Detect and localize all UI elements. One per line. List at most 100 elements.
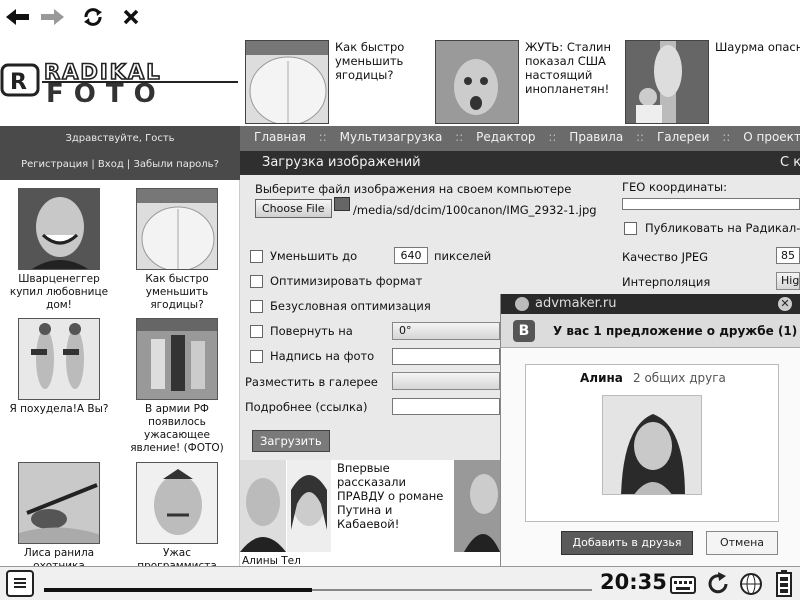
top-ad-2[interactable]: ЖУТЬ: Сталин показал США настоящий инопл…	[435, 40, 620, 124]
nav-separator: ::	[548, 130, 557, 144]
svg-text:FOTO: FOTO	[46, 79, 166, 107]
add-friend-button[interactable]: Добавить в друзья	[561, 531, 693, 555]
reload-icon	[84, 8, 102, 26]
caption-checkbox[interactable]	[250, 350, 263, 363]
close-icon[interactable]: ✕	[778, 297, 792, 311]
uncond-optimize-label: Безусловная оптимизация	[270, 299, 431, 313]
login-link[interactable]: Вход	[98, 159, 124, 170]
resize-width-input[interactable]: 640	[394, 247, 428, 264]
network-status[interactable]	[738, 572, 764, 596]
interpolation-select[interactable]: Hig	[776, 272, 800, 290]
page-title: Загрузка изображений	[262, 155, 421, 170]
popup-header: advmaker.ru ✕	[501, 294, 800, 314]
ad-thumbnail	[245, 40, 329, 124]
sidebar-ad-item[interactable]: В армии РФ появилось ужасающее явление! …	[122, 318, 232, 455]
sidebar-ad-item[interactable]: Я похудела!А Вы?	[4, 318, 114, 416]
section-header: Загрузка изображений С к	[240, 151, 800, 175]
svg-text:R: R	[10, 70, 27, 95]
keyboard-icon	[670, 576, 696, 594]
forgot-password-link[interactable]: Забыли пароль?	[133, 159, 218, 170]
friend-avatar[interactable]	[602, 395, 702, 495]
rotate-button[interactable]	[706, 572, 732, 596]
sidebar-ads: Шварценеггер купил любовнице дом! Как бы…	[0, 180, 240, 572]
ad-text: ЖУТЬ: Сталин показал США настоящий инопл…	[525, 40, 611, 96]
sidebar-ad-item[interactable]: Лиса ранила охотника	[4, 462, 114, 573]
interpolation-label: Интерполяция	[622, 275, 711, 289]
nav-item-multiupload[interactable]: Мультизагрузка	[340, 130, 443, 144]
cancel-button[interactable]: Отмена	[706, 531, 778, 555]
sidebar-ad-item[interactable]: Шварценеггер купил любовнице дом!	[4, 188, 114, 312]
separator: |	[126, 159, 131, 170]
nav-item-about[interactable]: О проекте	[743, 130, 800, 144]
choose-file-button[interactable]: Choose File	[255, 199, 332, 218]
optimize-label: Оптимизировать формат	[270, 274, 423, 288]
forward-button[interactable]	[38, 3, 68, 31]
resize-checkbox[interactable]	[250, 250, 263, 263]
rotate-icon	[708, 572, 728, 594]
upload-button[interactable]: Загрузить	[252, 430, 330, 452]
account-panel: Здравствуйте, Гость Регистрация | Вход |…	[0, 126, 240, 180]
nav-separator: ::	[636, 130, 645, 144]
ad-thumbnail	[18, 318, 100, 400]
nav-separator: ::	[455, 130, 464, 144]
globe-icon	[740, 573, 762, 595]
header-right-text: С к	[780, 155, 800, 170]
nav-item-editor[interactable]: Редактор	[476, 130, 535, 144]
top-ad-3[interactable]: Шаурма опасна	[625, 40, 800, 124]
main-nav: Главная :: Мультизагрузка :: Редактор ::…	[240, 126, 800, 151]
more-link-label: Подробнее (ссылка)	[245, 400, 368, 414]
rotate-select[interactable]: 0°	[392, 322, 500, 340]
rotate-checkbox[interactable]	[250, 325, 263, 338]
friend-request-popup: advmaker.ru ✕ B У вас 1 предложение о др…	[500, 294, 800, 566]
close-icon	[123, 9, 139, 25]
sidebar-ad-item[interactable]: Как быстро уменьшить ягодицы?	[122, 188, 232, 312]
site-logo[interactable]: R RADIKAL FOTO	[0, 55, 242, 109]
ad-thumbnail	[18, 462, 100, 544]
ad-thumbnail	[625, 40, 709, 124]
arrow-left-icon	[6, 9, 29, 25]
battery-icon	[776, 570, 792, 597]
news-text: Впервые рассказали ПРАВДУ о романе Путин…	[337, 461, 444, 531]
friend-card: Алина 2 общих друга	[525, 364, 779, 522]
geo-input[interactable]	[622, 198, 800, 210]
nav-item-home[interactable]: Главная	[254, 130, 306, 144]
caption-label: Надпись на фото	[270, 349, 375, 363]
ad-thumbnail	[18, 188, 100, 270]
separator: |	[91, 159, 95, 170]
mutual-friends: 2 общих друга	[633, 371, 726, 385]
progress-bar	[44, 588, 312, 592]
sidebar-ad-item[interactable]: Ужас программиста	[122, 462, 232, 573]
publish-checkbox[interactable]	[624, 222, 637, 235]
ad-caption: В армии РФ появилось ужасающее явление! …	[130, 403, 224, 454]
arrow-right-icon	[41, 9, 64, 25]
ad-text: Как быстро уменьшить ягодицы?	[335, 40, 405, 82]
advmaker-icon	[515, 297, 529, 311]
nav-item-rules[interactable]: Правила	[569, 130, 623, 144]
top-ad-1[interactable]: Как быстро уменьшить ягодицы?	[245, 40, 430, 124]
menu-icon	[14, 578, 26, 588]
keyboard-button[interactable]	[670, 573, 696, 595]
stop-button[interactable]	[116, 3, 146, 31]
gallery-select[interactable]	[392, 372, 500, 390]
resize-unit: пикселей	[434, 249, 492, 263]
news-photo	[240, 460, 286, 552]
friend-name[interactable]: Алина	[580, 371, 623, 385]
nav-item-galleries[interactable]: Галереи	[657, 130, 710, 144]
register-link[interactable]: Регистрация	[21, 159, 88, 170]
more-link-input[interactable]	[392, 398, 500, 415]
progress-track	[312, 589, 592, 591]
optimize-checkbox[interactable]	[250, 275, 263, 288]
system-taskbar: 20:35	[0, 566, 800, 600]
greeting: Здравствуйте, Гость	[65, 133, 175, 144]
back-button[interactable]	[2, 3, 32, 31]
news-block[interactable]: Впервые рассказали ПРАВДУ о романе Путин…	[240, 460, 500, 567]
reload-button[interactable]	[78, 3, 108, 31]
news-photo	[287, 460, 331, 552]
jpeg-quality-input[interactable]: 85	[776, 247, 800, 264]
caption-input[interactable]	[392, 348, 500, 365]
ad-thumbnail	[435, 40, 519, 124]
battery-status	[776, 570, 792, 597]
jpeg-quality-label: Качество JPEG	[622, 250, 709, 264]
uncond-optimize-checkbox[interactable]	[250, 300, 263, 313]
menu-button[interactable]	[6, 570, 34, 597]
